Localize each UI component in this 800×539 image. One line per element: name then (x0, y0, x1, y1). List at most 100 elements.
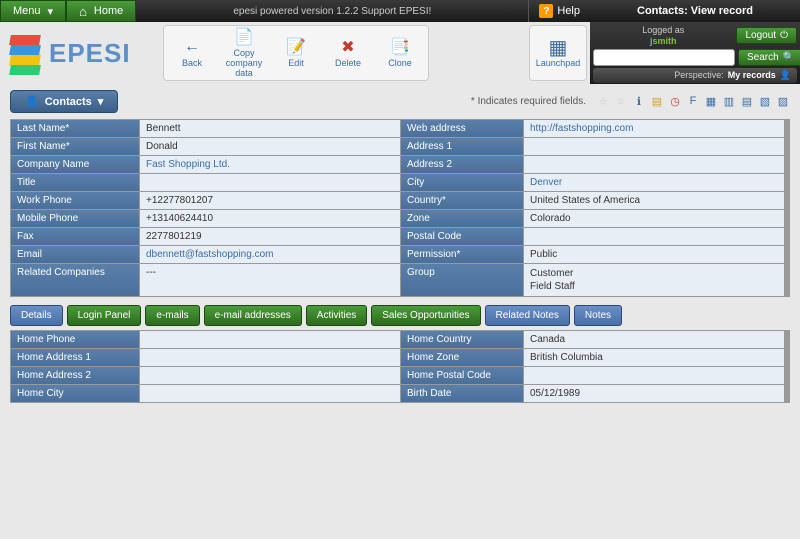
email-value[interactable]: dbennett@fastshopping.com (140, 246, 400, 263)
note-icon[interactable]: ▤ (650, 95, 664, 109)
birth-label: Birth Date (401, 385, 523, 402)
grid1-icon[interactable]: ▦ (704, 95, 718, 109)
haddr1-label: Home Address 1 (11, 349, 139, 366)
launchpad-label: Launchpad (536, 59, 581, 69)
wphone-value[interactable]: +12277801207 (140, 192, 400, 209)
home-button[interactable]: Home (66, 0, 136, 22)
main-toolbar: ← Back 📄Copy company data 📝Edit ✖Delete 📑… (163, 25, 429, 81)
menu-button[interactable]: Menu (0, 0, 66, 22)
company-link[interactable]: Fast Shopping Ltd. (146, 159, 230, 170)
grid5-icon[interactable]: ▨ (776, 95, 790, 109)
launchpad-button[interactable]: ▦ Launchpad (529, 25, 587, 81)
city-link[interactable]: Denver (530, 177, 562, 188)
related-label: Related Companies (11, 264, 139, 296)
logged-as-label: Logged as (642, 25, 684, 35)
copy-button[interactable]: 📄Copy company data (218, 28, 270, 78)
perm-value[interactable]: Public (524, 246, 784, 263)
edit-icon: 📝 (286, 37, 306, 57)
country-value[interactable]: United States of America (524, 192, 784, 209)
copy-label: Copy company data (221, 49, 267, 79)
user-icon: 👤 (780, 70, 791, 81)
group-label: Group (401, 264, 523, 296)
last-name-label: Last Name* (11, 120, 139, 137)
tab-email-addresses[interactable]: e-mail addresses (204, 305, 302, 326)
hcountry-value[interactable]: Canada (524, 331, 784, 348)
star-icon[interactable]: ☆ (596, 95, 610, 109)
search-input[interactable] (593, 49, 735, 66)
postal-label: Postal Code (401, 228, 523, 245)
addr2-label: Address 2 (401, 156, 523, 173)
user-panel: Logged asjsmith Logout⏻ Search🔍 Perspect… (590, 22, 800, 84)
tab-activities[interactable]: Activities (306, 305, 367, 326)
tab-login-panel[interactable]: Login Panel (67, 305, 142, 326)
perm-label: Permission* (401, 246, 523, 263)
email-link[interactable]: dbennett@fastshopping.com (146, 249, 273, 260)
help-button[interactable]: ? Help (528, 0, 590, 22)
haddr2-label: Home Address 2 (11, 367, 139, 384)
search-icon: 🔍 (783, 52, 795, 63)
zone-label: Zone (401, 210, 523, 227)
chevron-down-icon: ▾ (98, 95, 104, 108)
tab-emails[interactable]: e-mails (145, 305, 199, 326)
required-note: * Indicates required fields. (471, 96, 586, 107)
logged-as: Logged asjsmith (593, 25, 733, 47)
city-value[interactable]: Denver (524, 174, 784, 191)
help-icon: ? (539, 4, 553, 18)
search-button[interactable]: Search🔍 (738, 49, 800, 66)
filter-icon[interactable]: F (686, 95, 700, 109)
grid2-icon[interactable]: ▥ (722, 95, 736, 109)
haddr1-value[interactable] (140, 349, 400, 366)
main-form: Last Name*Bennett Web addresshttp://fast… (0, 119, 800, 297)
grid4-icon[interactable]: ▧ (758, 95, 772, 109)
hcity-value[interactable] (140, 385, 400, 402)
section-bar: 👤Contacts▾ * Indicates required fields. … (0, 84, 800, 119)
company-value[interactable]: Fast Shopping Ltd. (140, 156, 400, 173)
hpostal-value[interactable] (524, 367, 784, 384)
menu-label: Menu (13, 5, 41, 17)
last-name-value[interactable]: Bennett (140, 120, 400, 137)
mphone-value[interactable]: +13140624410 (140, 210, 400, 227)
logo: EPESI (0, 22, 160, 84)
clone-button[interactable]: 📑Clone (374, 28, 426, 78)
help-label: Help (557, 5, 580, 17)
logout-button[interactable]: Logout⏻ (736, 27, 797, 44)
fax-label: Fax (11, 228, 139, 245)
web-link[interactable]: http://fastshopping.com (530, 123, 633, 134)
bell-icon[interactable]: ☼ (614, 95, 628, 109)
group-value[interactable]: Customer Field Staff (524, 264, 784, 296)
section-title[interactable]: 👤Contacts▾ (10, 90, 118, 113)
mphone-label: Mobile Phone (11, 210, 139, 227)
tab-related-notes[interactable]: Related Notes (485, 305, 570, 326)
hphone-value[interactable] (140, 331, 400, 348)
back-icon: ← (182, 37, 202, 57)
clock-icon[interactable]: ◷ (668, 95, 682, 109)
hzone-value[interactable]: British Columbia (524, 349, 784, 366)
tab-sales-opportunities[interactable]: Sales Opportunities (371, 305, 480, 326)
back-button[interactable]: ← Back (166, 28, 218, 78)
back-label: Back (182, 59, 202, 69)
perspective-bar[interactable]: Perspective: My records👤 (593, 68, 797, 83)
delete-button[interactable]: ✖Delete (322, 28, 374, 78)
zone-value[interactable]: Colorado (524, 210, 784, 227)
tab-details[interactable]: Details (10, 305, 63, 326)
related-value[interactable]: --- (140, 264, 400, 296)
info-icon[interactable]: ℹ (632, 95, 646, 109)
home-icon (79, 4, 90, 19)
tab-notes[interactable]: Notes (574, 305, 622, 326)
addr1-value[interactable] (524, 138, 784, 155)
haddr2-value[interactable] (140, 367, 400, 384)
breadcrumb: Contacts: View record (590, 0, 800, 22)
fax-value[interactable]: 2277801219 (140, 228, 400, 245)
logo-icon (5, 33, 45, 73)
postal-value[interactable] (524, 228, 784, 245)
web-value[interactable]: http://fastshopping.com (524, 120, 784, 137)
title-value[interactable] (140, 174, 400, 191)
home-label: Home (94, 5, 123, 17)
addr2-value[interactable] (524, 156, 784, 173)
launchpad-icon: ▦ (548, 37, 568, 57)
edit-button[interactable]: 📝Edit (270, 28, 322, 78)
addr1-label: Address 1 (401, 138, 523, 155)
first-name-value[interactable]: Donald (140, 138, 400, 155)
grid3-icon[interactable]: ▤ (740, 95, 754, 109)
birth-value[interactable]: 05/12/1989 (524, 385, 784, 402)
